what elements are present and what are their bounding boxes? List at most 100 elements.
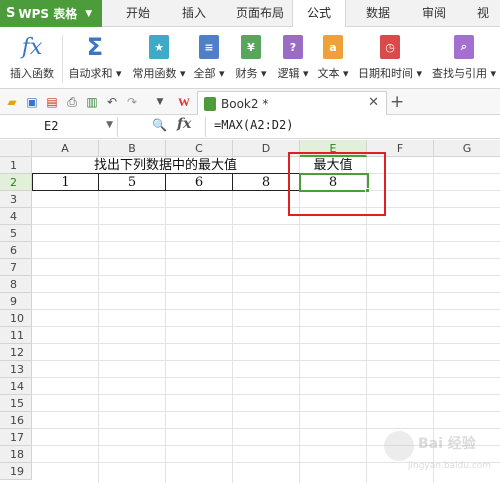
watermark-url: jingyan.baidu.com [408,461,492,471]
common-functions-button[interactable]: ★ 常用函数 ▾ [130,31,188,81]
logic-button[interactable]: ? 逻辑 ▾ [276,31,310,81]
star-book-icon: ★ [149,31,169,63]
cell-b2[interactable]: 5 [98,173,166,191]
sigma-icon: Σ [86,33,104,61]
tab-page-layout[interactable]: 页面布局 [228,0,292,27]
tab-start[interactable]: 开始 [112,0,164,27]
lookup-reference-label: 查找与引用 ▾ [431,67,497,80]
title-cell-a1[interactable]: 找出下列数据中的最大值 [32,157,299,174]
row-header-12[interactable]: 12 [0,344,32,361]
row-header-8[interactable]: 8 [0,276,32,293]
row-header-16[interactable]: 16 [0,412,32,429]
autosum-label: 自动求和 ▾ [68,67,122,80]
document-tab[interactable]: Book2 * ✕ [197,91,387,115]
gridline [32,411,500,412]
row-header-2[interactable]: 2 [0,174,32,191]
tab-formula[interactable]: 公式 [292,0,346,28]
gridline [32,309,500,310]
finance-label: 财务 ▾ [235,67,267,80]
row-header-9[interactable]: 9 [0,293,32,310]
ribbon: fx 插入函数 Σ 自动求和 ▾ ★ 常用函数 ▾ ≡ 全部 ▾ ¥ 财务 ▾ … [0,27,500,89]
gridline [32,377,500,378]
date-time-button[interactable]: ◷ 日期和时间 ▾ [356,31,424,81]
gridline [32,207,500,208]
export-pdf-icon[interactable]: ▤ [44,94,60,110]
finance-button[interactable]: ¥ 财务 ▾ [234,31,268,81]
gridline [32,360,500,361]
wps-app-menu-button[interactable]: S WPS 表格 ▼ [0,0,102,27]
select-all-corner[interactable] [0,140,32,157]
question-book-icon: ? [283,31,303,63]
row-header-6[interactable]: 6 [0,242,32,259]
fx-icon: fx [21,34,43,60]
text-label: 文本 ▾ [317,67,349,80]
date-time-label: 日期和时间 ▾ [357,67,423,80]
list-book-icon: ≡ [199,31,219,63]
finance-book-icon: ¥ [241,31,261,63]
customize-toolbar-icon[interactable]: ▼ [152,94,168,110]
print-preview-icon[interactable]: ▥ [84,94,100,110]
gridline [32,343,500,344]
save-icon[interactable]: ▣ [24,94,40,110]
row-header-10[interactable]: 10 [0,310,32,327]
all-functions-label: 全部 ▾ [193,67,225,80]
formula-bar: E2 ▼ 🔍 fx =MAX(A2:D2) [0,115,500,139]
gridline [165,157,166,483]
search-book-icon: ⌕ [454,31,474,63]
new-tab-icon[interactable]: + [390,92,404,112]
row-header-7[interactable]: 7 [0,259,32,276]
row-header-18[interactable]: 18 [0,446,32,463]
gridline [98,157,99,483]
redo-icon[interactable]: ↷ [124,94,140,110]
row-header-11[interactable]: 11 [0,327,32,344]
all-functions-button[interactable]: ≡ 全部 ▾ [192,31,226,81]
gridline [32,258,500,259]
wps-w-logo-icon: W [178,94,190,109]
text-button[interactable]: a 文本 ▾ [316,31,350,81]
undo-icon[interactable]: ↶ [104,94,120,110]
column-header-c[interactable]: C [166,140,233,157]
baidu-watermark: Bai 经验 jingyan.baidu.com [384,425,494,477]
tab-data[interactable]: 数据 [354,0,402,27]
row-header-3[interactable]: 3 [0,191,32,208]
column-header-g[interactable]: G [434,140,500,157]
zoom-magnifier-icon[interactable]: 🔍 [152,118,167,132]
insert-function-button[interactable]: fx 插入函数 [6,31,58,81]
row-header-15[interactable]: 15 [0,395,32,412]
insert-function-label: 插入函数 [10,67,54,80]
gridline [32,326,500,327]
name-box-value: E2 [44,119,59,133]
tab-insert[interactable]: 插入 [168,0,220,27]
formula-input[interactable]: =MAX(A2:D2) [214,118,293,132]
row-header-5[interactable]: 5 [0,225,32,242]
text-book-icon: a [323,31,343,63]
menu-bar: S WPS 表格 ▼ 开始 插入 页面布局 公式 数据 审阅 视 [0,0,500,28]
row-header-14[interactable]: 14 [0,378,32,395]
cell-a2[interactable]: 1 [32,173,99,191]
row-header-4[interactable]: 4 [0,208,32,225]
lookup-reference-button[interactable]: ⌕ 查找与引用 ▾ [430,31,498,81]
document-name: Book2 * [221,96,269,111]
row-header-1[interactable]: 1 [0,157,32,174]
gridline [232,157,233,483]
cell-c2[interactable]: 6 [165,173,233,191]
print-icon[interactable]: ⎙ [64,94,80,110]
watermark-title: Bai 经验 [418,436,476,452]
logic-label: 逻辑 ▾ [277,67,309,80]
name-box[interactable]: E2 ▼ [0,117,118,137]
spreadsheet-icon [204,96,216,111]
row-header-17[interactable]: 17 [0,429,32,446]
column-header-b[interactable]: B [99,140,166,157]
column-header-a[interactable]: A [32,140,99,157]
open-folder-icon[interactable]: ▰ [4,94,20,110]
tab-review[interactable]: 审阅 [410,0,458,27]
tab-view[interactable]: 视 [466,0,500,27]
autosum-button[interactable]: Σ 自动求和 ▾ [66,31,124,81]
row-header-19[interactable]: 19 [0,463,32,480]
close-tab-icon[interactable]: ✕ [368,95,379,110]
gridline [32,292,500,293]
row-header-13[interactable]: 13 [0,361,32,378]
gridline [32,241,500,242]
chevron-down-icon[interactable]: ▼ [106,120,113,130]
insert-function-fx-icon[interactable]: fx [177,116,191,132]
